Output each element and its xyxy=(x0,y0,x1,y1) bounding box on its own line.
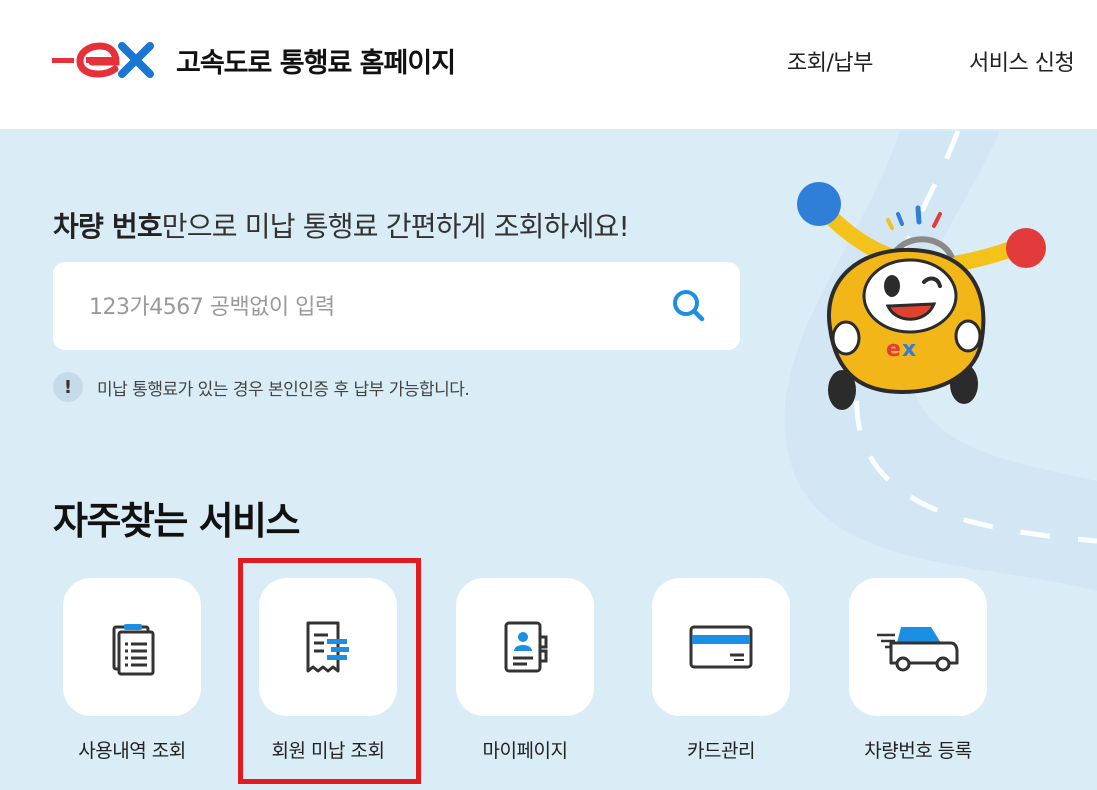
service-member-unpaid[interactable]: 회원 미납 조회 xyxy=(259,578,397,762)
search-icon xyxy=(673,290,705,322)
headline-bold: 차량 번호 xyxy=(53,210,163,243)
credit-card-icon xyxy=(689,625,753,669)
receipt-icon xyxy=(306,621,349,673)
nav-inquiry-payment[interactable]: 조회/납부 xyxy=(787,45,873,77)
service-label: 마이페이지 xyxy=(482,740,568,762)
service-card-management[interactable]: 카드관리 xyxy=(652,578,790,762)
nav-service-application[interactable]: 서비스 신청 xyxy=(969,45,1075,77)
exclamation-icon: ! xyxy=(53,372,83,402)
service-label: 회원 미납 조회 xyxy=(271,740,385,762)
mascot-illustration: e x xyxy=(797,182,1046,410)
profile-card-icon xyxy=(504,621,548,673)
vehicle-number-input[interactable] xyxy=(89,289,649,325)
service-label: 사용내역 조회 xyxy=(78,740,186,762)
service-card[interactable] xyxy=(849,578,987,716)
service-card[interactable] xyxy=(456,578,594,716)
service-label: 카드관리 xyxy=(687,740,755,762)
search-button[interactable] xyxy=(669,286,709,326)
services-title: 자주찾는 서비스 xyxy=(53,499,300,543)
notice: ! 미납 통행료가 있는 경우 본인인증 후 납부 가능합니다. xyxy=(53,372,470,402)
svg-text:x: x xyxy=(902,337,916,362)
service-card[interactable] xyxy=(652,578,790,716)
service-usage-history[interactable]: 사용내역 조회 xyxy=(63,578,201,762)
service-label: 차량번호 등록 xyxy=(864,740,972,762)
search-box xyxy=(53,262,740,350)
service-vehicle-registration[interactable]: 차량번호 등록 xyxy=(849,578,987,762)
ex-logo-icon xyxy=(52,42,154,78)
clipboard-list-icon xyxy=(112,624,155,676)
hero-headline: 차량 번호만으로 미납 통행료 간편하게 조회하세요! xyxy=(53,205,630,245)
site-title: 고속도로 통행료 홈페이지 xyxy=(176,47,456,79)
site-logo[interactable]: 고속도로 통행료 홈페이지 xyxy=(52,38,456,82)
headline-rest: 만으로 미납 통행료 간편하게 조회하세요! xyxy=(161,210,630,243)
notice-text: 미납 통행료가 있는 경우 본인인증 후 납부 가능합니다. xyxy=(97,379,470,400)
service-card[interactable] xyxy=(63,578,201,716)
service-my-page[interactable]: 마이페이지 xyxy=(456,578,594,762)
car-icon xyxy=(877,627,959,672)
svg-text:e: e xyxy=(886,337,901,362)
site-header: 고속도로 통행료 홈페이지 조회/납부 서비스 신청 xyxy=(0,0,1097,130)
service-card[interactable] xyxy=(259,578,397,716)
